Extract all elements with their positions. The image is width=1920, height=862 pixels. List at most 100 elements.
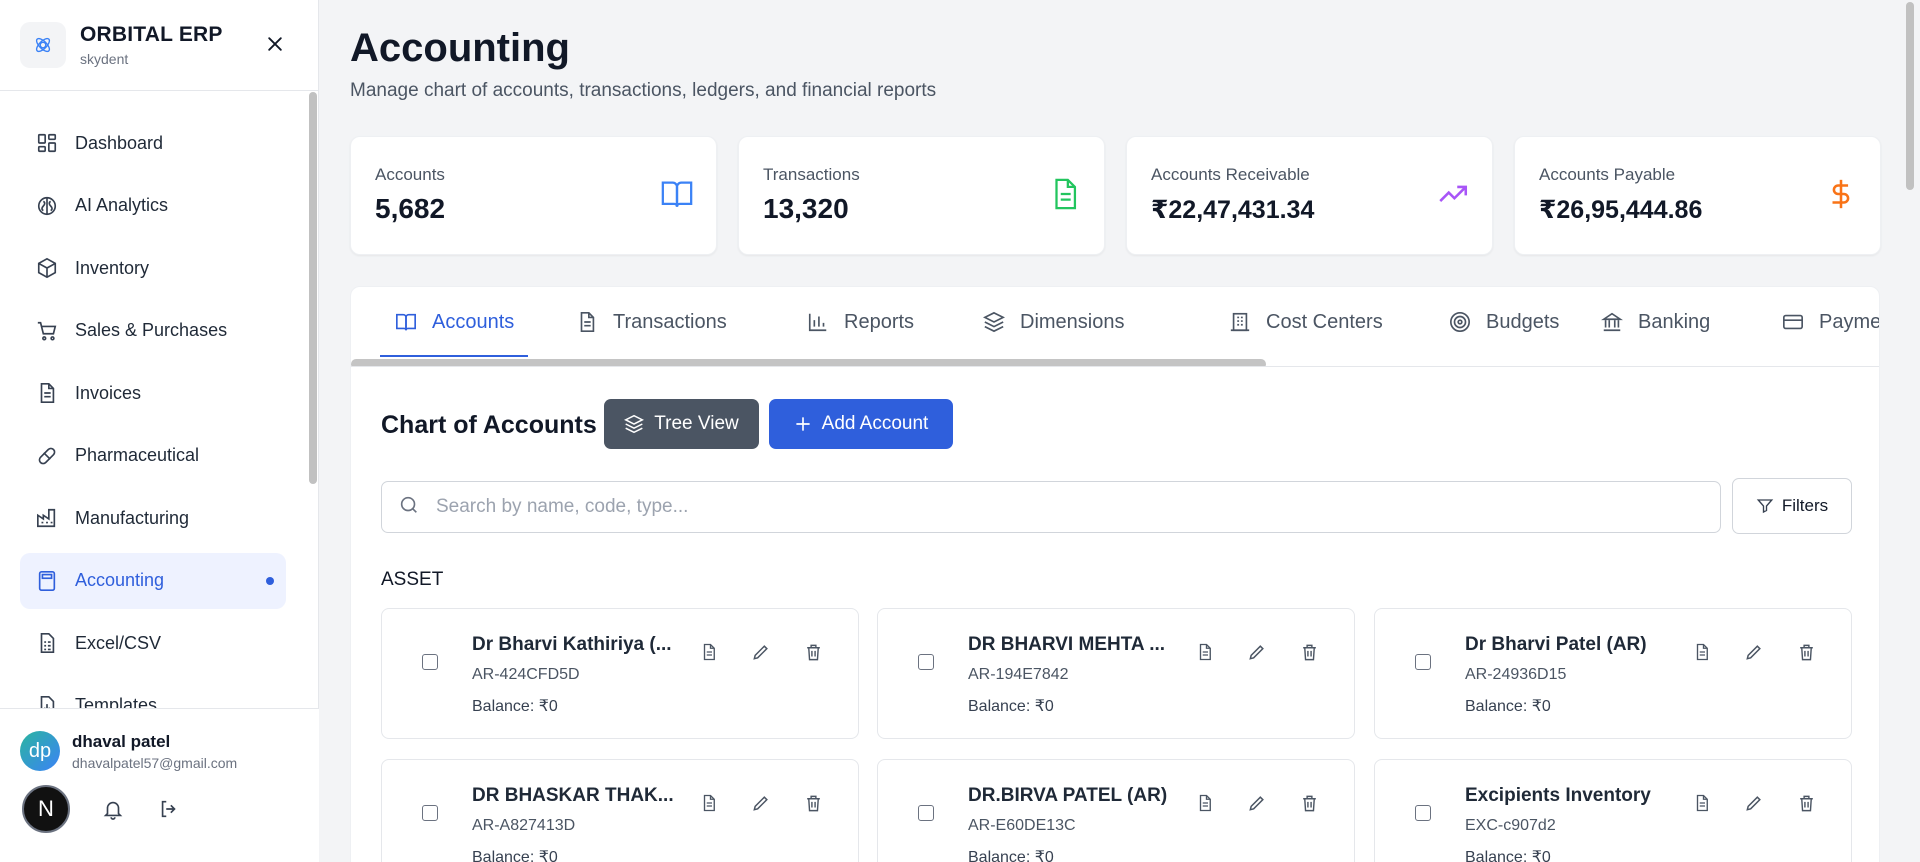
page-scrollbar[interactable] — [1906, 2, 1914, 190]
tab-payments[interactable]: Payme — [1781, 287, 1879, 357]
tab-reports[interactable]: Reports — [806, 287, 914, 357]
filter-icon — [1756, 497, 1774, 515]
user-email: dhavalpatel57@gmail.com — [72, 754, 238, 771]
account-name: DR.BIRVA PATEL (AR) — [968, 785, 1168, 806]
bar-chart-icon — [806, 310, 830, 334]
tree-view-button[interactable]: Tree View — [604, 399, 759, 449]
sidebar-item-label: Manufacturing — [75, 507, 190, 528]
calculator-icon — [35, 569, 59, 593]
tab-budgets[interactable]: Budgets — [1448, 287, 1559, 357]
accounts-panel: Accounts Transactions Reports Dimensions… — [350, 286, 1880, 862]
account-card[interactable]: DR.BIRVA PATEL (AR) AR-E60DE13C Balance:… — [877, 759, 1355, 862]
download-icon — [35, 694, 59, 708]
sidebar-item-label: Pharmaceutical — [75, 445, 200, 465]
document-icon — [575, 310, 599, 334]
trash-icon[interactable] — [1795, 641, 1817, 663]
tab-label: Accounts — [432, 310, 515, 333]
sidebar-item-templates[interactable]: Templates — [20, 678, 286, 708]
account-name: Excipients Inventory — [1465, 785, 1651, 806]
tab-dimensions[interactable]: Dimensions — [982, 287, 1124, 357]
search-input[interactable] — [436, 496, 1636, 518]
stat-label: Transactions — [763, 165, 860, 184]
sidebar-item-label: Sales & Purchases — [75, 320, 228, 340]
trash-icon[interactable] — [1298, 792, 1320, 814]
sidebar: ORBITAL ERP skydent Dashboard AI Analyti… — [0, 0, 319, 862]
dollar-icon — [1824, 177, 1858, 211]
select-checkbox[interactable] — [422, 805, 438, 821]
filters-button[interactable]: Filters — [1732, 478, 1852, 534]
edit-icon[interactable] — [1246, 641, 1268, 663]
stat-label: Accounts — [375, 165, 445, 184]
trending-up-icon — [1436, 177, 1470, 211]
account-card[interactable]: DR BHARVI MEHTA ... AR-194E7842 Balance:… — [877, 608, 1355, 739]
ledger-icon[interactable] — [1691, 792, 1713, 814]
sidebar-item-manufacturing[interactable]: Manufacturing — [20, 490, 286, 546]
layers-icon — [624, 414, 645, 434]
user-profile[interactable]: dp dhaval patel dhavalpatel57@gmail.com — [0, 709, 319, 771]
add-account-button[interactable]: Add Account — [769, 399, 953, 449]
ledger-icon[interactable] — [1194, 792, 1216, 814]
account-card[interactable]: Dr Bharvi Kathiriya (... AR-424CFD5D Bal… — [381, 608, 859, 739]
main-content: Accounting Manage chart of accounts, tra… — [320, 0, 1900, 862]
active-indicator — [266, 576, 274, 585]
trash-icon[interactable] — [1795, 792, 1817, 814]
account-card[interactable]: Excipients Inventory EXC-c907d2 Balance:… — [1374, 759, 1852, 862]
box-icon — [35, 256, 59, 280]
select-checkbox[interactable] — [1415, 654, 1431, 670]
trash-icon[interactable] — [802, 641, 824, 663]
account-name: Dr Bharvi Kathiriya (... — [472, 634, 672, 655]
bell-icon[interactable] — [100, 796, 126, 822]
sidebar-item-dashboard[interactable]: Dashboard — [20, 115, 286, 171]
tab-scrollbar[interactable] — [351, 359, 1266, 366]
stat-card-receivable: Accounts Receivable ₹22,47,431.34 — [1126, 136, 1493, 255]
account-card[interactable]: DR BHASKAR THAK... AR-A827413D Balance: … — [381, 759, 859, 862]
trash-icon[interactable] — [802, 792, 824, 814]
sidebar-item-sales-purchases[interactable]: Sales & Purchases — [20, 303, 286, 359]
sidebar-item-inventory[interactable]: Inventory — [20, 240, 286, 296]
sidebar-footer: dp dhaval patel dhavalpatel57@gmail.com … — [0, 708, 319, 862]
trash-icon[interactable] — [1298, 641, 1320, 663]
cart-icon — [35, 319, 59, 343]
select-checkbox[interactable] — [422, 654, 438, 670]
sidebar-item-ai-analytics[interactable]: AI Analytics — [20, 178, 286, 234]
sidebar-item-invoices[interactable]: Invoices — [20, 365, 286, 421]
edit-icon[interactable] — [1743, 792, 1765, 814]
stat-label: Accounts Receivable — [1151, 165, 1310, 184]
account-card[interactable]: Dr Bharvi Patel (AR) AR-24936D15 Balance… — [1374, 608, 1852, 739]
ledger-icon[interactable] — [1691, 641, 1713, 663]
ledger-icon[interactable] — [698, 641, 720, 663]
tab-accounts[interactable]: Accounts — [380, 287, 529, 357]
tab-bar: Accounts Transactions Reports Dimensions… — [351, 287, 1879, 367]
workspace-badge[interactable]: N — [22, 785, 70, 833]
tab-cost-centers[interactable]: Cost Centers — [1228, 287, 1383, 357]
sidebar-scrollbar[interactable] — [309, 92, 317, 484]
close-icon[interactable] — [262, 31, 288, 57]
account-balance: Balance: ₹0 — [472, 849, 558, 862]
page-title: Accounting — [350, 26, 570, 70]
ledger-icon[interactable] — [1194, 641, 1216, 663]
edit-icon[interactable] — [1246, 792, 1268, 814]
sidebar-item-label: Invoices — [75, 382, 142, 403]
stat-card-payable: Accounts Payable ₹26,95,444.86 — [1514, 136, 1881, 255]
select-checkbox[interactable] — [1415, 805, 1431, 821]
plus-icon — [794, 415, 812, 433]
edit-icon[interactable] — [750, 792, 772, 814]
sidebar-item-label: AI Analytics — [75, 195, 169, 215]
sidebar-item-pharmaceutical[interactable]: Pharmaceutical — [20, 428, 286, 484]
stat-card-accounts: Accounts 5,682 — [350, 136, 717, 255]
tab-label: Budgets — [1486, 310, 1560, 333]
spreadsheet-icon — [35, 631, 59, 655]
select-checkbox[interactable] — [918, 805, 934, 821]
sidebar-item-excel-csv[interactable]: Excel/CSV — [20, 615, 286, 671]
sidebar-item-accounting[interactable]: Accounting — [20, 552, 286, 609]
sidebar-item-label: Excel/CSV — [75, 632, 162, 653]
sidebar-nav: Dashboard AI Analytics Inventory Sales &… — [0, 91, 306, 708]
edit-icon[interactable] — [1743, 641, 1765, 663]
ledger-icon[interactable] — [698, 792, 720, 814]
logout-icon[interactable] — [156, 796, 182, 822]
tab-transactions[interactable]: Transactions — [575, 287, 727, 357]
tab-banking[interactable]: Banking — [1600, 287, 1710, 357]
account-name: DR BHASKAR THAK... — [472, 785, 674, 806]
edit-icon[interactable] — [750, 641, 772, 663]
select-checkbox[interactable] — [918, 654, 934, 670]
